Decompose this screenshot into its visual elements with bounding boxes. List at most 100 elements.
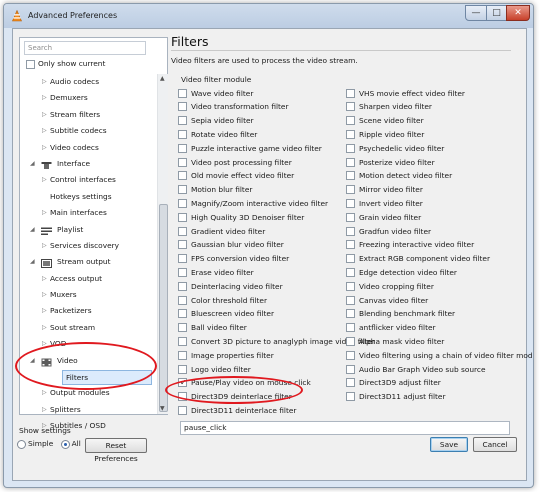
filter-checkbox-item[interactable]: Alpha mask video filter (346, 334, 444, 347)
sidebar-item[interactable]: ▷ Muxers (20, 287, 156, 303)
filter-checkbox-item[interactable]: Gaussian blur video filter (178, 238, 284, 251)
scroll-down-icon[interactable]: ▼ (160, 405, 165, 412)
checkbox-icon[interactable] (178, 267, 187, 277)
collapsed-arrow-icon[interactable]: ▷ (42, 107, 47, 123)
checkbox-icon[interactable] (178, 240, 187, 250)
sidebar-item[interactable]: ◢ Playlist (20, 222, 156, 238)
checkbox-icon[interactable] (346, 198, 355, 208)
filter-checkbox-item[interactable]: FPS conversion video filter (178, 252, 289, 265)
only-show-current-checkbox[interactable]: Only show current (26, 58, 105, 70)
collapsed-arrow-icon[interactable]: ▷ (42, 238, 47, 254)
checkbox-icon[interactable] (178, 129, 187, 139)
checkbox-icon[interactable] (178, 212, 187, 222)
filter-checkbox-item[interactable]: Grain video filter (346, 210, 421, 223)
sidebar-item[interactable]: ▷ Audio codecs (20, 74, 156, 90)
sidebar-item[interactable]: ▷ Control interfaces (20, 172, 156, 188)
checkbox-icon[interactable] (178, 323, 187, 333)
expanded-arrow-icon[interactable]: ◢ (30, 156, 35, 172)
sidebar-item[interactable]: ▷ Video codecs (20, 140, 156, 156)
sidebar-item[interactable]: ▷ Packetizers (20, 303, 156, 319)
filter-checkbox-item[interactable]: Logo video filter (178, 362, 251, 375)
filter-checkbox-item[interactable]: Ripple video filter (346, 127, 424, 140)
filter-checkbox-item[interactable]: Color threshold filter (178, 293, 267, 306)
checkbox-icon[interactable] (178, 405, 187, 415)
search-input[interactable]: Search (24, 41, 146, 55)
checkbox-icon[interactable] (346, 364, 355, 374)
checkbox-icon[interactable] (346, 267, 355, 277)
filter-checkbox-item[interactable]: Erase video filter (178, 265, 254, 278)
filter-checkbox-item[interactable]: Mirror video filter (346, 183, 423, 196)
checkbox-icon[interactable] (346, 378, 355, 388)
collapsed-arrow-icon[interactable]: ▷ (42, 320, 47, 336)
filter-checkbox-item[interactable]: Ball video filter (178, 321, 247, 334)
sidebar-item[interactable]: ◢ Stream output (20, 254, 156, 270)
filter-checkbox-item[interactable]: Edge detection video filter (346, 265, 457, 278)
checkbox-icon[interactable] (178, 295, 187, 305)
checkbox-icon[interactable] (178, 336, 187, 346)
checkbox-icon[interactable] (346, 102, 355, 112)
collapsed-arrow-icon[interactable]: ▷ (42, 385, 47, 401)
checkbox-icon[interactable] (178, 116, 187, 126)
filter-checkbox-item[interactable]: Scene video filter (346, 114, 424, 127)
scroll-up-icon[interactable]: ▲ (160, 75, 165, 82)
filter-checkbox-item[interactable]: Video cropping filter (346, 279, 434, 292)
checkbox-icon[interactable] (178, 88, 187, 98)
minimize-button[interactable]: — (465, 5, 487, 21)
filter-checkbox-item[interactable]: Blending benchmark filter (346, 307, 455, 320)
checkbox-icon[interactable] (346, 309, 355, 319)
filter-checkbox-item[interactable]: Old movie effect video filter (178, 169, 294, 182)
sidebar-item[interactable]: ◢ Interface (20, 156, 156, 172)
collapsed-arrow-icon[interactable]: ▷ (42, 140, 47, 156)
checkbox-icon[interactable] (346, 143, 355, 153)
checkbox-icon[interactable] (178, 364, 187, 374)
filter-checkbox-item[interactable]: Deinterlacing video filter (178, 279, 283, 292)
filter-checkbox-item[interactable]: Posterize video filter (346, 155, 435, 168)
collapsed-arrow-icon[interactable]: ▷ (42, 123, 47, 139)
filter-checkbox-item[interactable]: Video filtering using a chain of video f… (346, 348, 533, 361)
filter-checkbox-item[interactable]: Rotate video filter (178, 127, 257, 140)
checkbox-icon[interactable] (346, 240, 355, 250)
sidebar-item[interactable]: ▷ Splitters (20, 402, 156, 418)
sidebar-item[interactable]: ▷ Main interfaces (20, 205, 156, 221)
checkbox-icon[interactable] (178, 226, 187, 236)
checkbox-icon[interactable] (346, 281, 355, 291)
sidebar-scrollbar[interactable]: ▲ ▼ (157, 74, 168, 414)
checkbox-icon[interactable] (346, 212, 355, 222)
checkbox-icon[interactable] (178, 143, 187, 153)
checkbox-box[interactable] (26, 59, 35, 69)
checkbox-icon[interactable] (346, 226, 355, 236)
checkbox-icon[interactable] (346, 129, 355, 139)
filter-checkbox-item[interactable]: Sepia video filter (178, 114, 254, 127)
reset-preferences-button[interactable]: Reset Preferences (85, 438, 147, 463)
checkbox-icon[interactable] (346, 254, 355, 264)
filter-checkbox-item[interactable]: Image properties filter (178, 348, 274, 361)
checkbox-icon[interactable] (178, 254, 187, 264)
checkbox-icon[interactable] (346, 323, 355, 333)
sidebar-item[interactable]: ▷ Stream filters (20, 107, 156, 123)
scrollbar-thumb[interactable] (159, 204, 168, 412)
collapsed-arrow-icon[interactable]: ▷ (42, 303, 47, 319)
filter-checkbox-item[interactable]: Gradient video filter (178, 224, 265, 237)
collapsed-arrow-icon[interactable]: ▷ (42, 205, 47, 221)
close-button[interactable]: ✕ (506, 5, 530, 21)
checkbox-icon[interactable] (178, 102, 187, 112)
save-button[interactable]: Save (430, 437, 468, 452)
filter-checkbox-item[interactable]: Direct3D11 adjust filter (346, 390, 446, 403)
filter-checkbox-item[interactable]: Psychedelic video filter (346, 141, 444, 154)
filter-checkbox-item[interactable]: Direct3D9 adjust filter (346, 376, 441, 389)
collapsed-arrow-icon[interactable]: ▷ (42, 287, 47, 303)
maximize-button[interactable]: □ (486, 5, 507, 21)
expanded-arrow-icon[interactable]: ◢ (30, 222, 35, 238)
checkbox-icon[interactable] (346, 185, 355, 195)
filter-checkbox-item[interactable]: Canvas video filter (346, 293, 428, 306)
sidebar-item[interactable]: ▷ Subtitle codecs (20, 123, 156, 139)
collapsed-arrow-icon[interactable]: ▷ (42, 90, 47, 106)
checkbox-icon[interactable] (346, 295, 355, 305)
filter-checkbox-item[interactable]: Motion detect video filter (346, 169, 452, 182)
filter-checkbox-item[interactable]: Invert video filter (346, 196, 423, 209)
filter-checkbox-item[interactable]: Video transformation filter (178, 100, 289, 113)
checkbox-icon[interactable] (346, 336, 355, 346)
checkbox-icon[interactable] (346, 171, 355, 181)
filter-checkbox-item[interactable]: antflicker video filter (346, 321, 436, 334)
checkbox-icon[interactable] (178, 171, 187, 181)
